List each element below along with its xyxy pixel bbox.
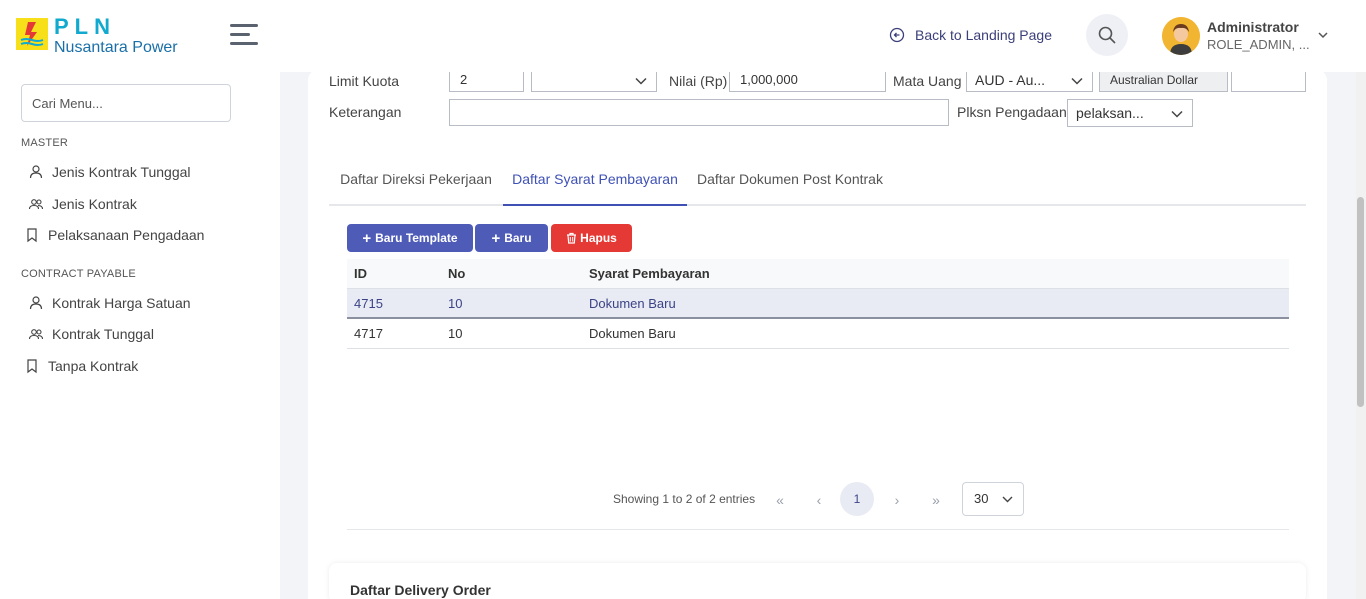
sidebar-item-kontrak-tunggal[interactable]: Kontrak Tunggal <box>28 326 154 342</box>
cell-syarat: Dokumen Baru <box>589 326 676 341</box>
column-header-id[interactable]: ID <box>347 266 441 281</box>
user-info[interactable]: Administrator ROLE_ADMIN, ... <box>1207 19 1310 53</box>
brand-subtitle: Nusantara Power <box>54 39 178 56</box>
tab-daftar-syarat-pembayaran[interactable]: Daftar Syarat Pembayaran <box>503 160 687 206</box>
sidebar-item-jenis-kontrak[interactable]: Jenis Kontrak <box>28 196 137 212</box>
mata-uang-value: AUD - Au... <box>975 72 1046 88</box>
page-current[interactable]: 1 <box>840 482 874 516</box>
avatar[interactable] <box>1162 17 1200 55</box>
table-row[interactable]: 4717 10 Dokumen Baru <box>347 319 1289 349</box>
sidebar-item-kontrak-harga-satuan[interactable]: Kontrak Harga Satuan <box>28 295 191 311</box>
sidebar-item-label: Jenis Kontrak <box>52 196 137 212</box>
brand-logo[interactable]: PLN Nusantara Power <box>16 16 178 56</box>
tab-daftar-direksi-pekerjaan[interactable]: Daftar Direksi Pekerjaan <box>329 160 503 206</box>
hapus-button[interactable]: Hapus <box>551 224 632 252</box>
plksn-pengadaan-select[interactable]: pelaksan... <box>1067 99 1193 127</box>
chevron-down-icon <box>1171 110 1183 118</box>
plksn-pengadaan-label: Plksn Pengadaan <box>957 104 1067 120</box>
users-icon <box>28 329 44 340</box>
page-scrollbar[interactable] <box>1356 72 1366 599</box>
prev-page-icon[interactable]: ‹ <box>811 492 827 508</box>
bookmark-icon <box>27 359 37 374</box>
plksn-pengadaan-value: pelaksan... <box>1076 105 1144 121</box>
delivery-order-title: Daftar Delivery Order <box>350 582 491 598</box>
user-name: Administrator <box>1207 19 1299 35</box>
user-role: ROLE_ADMIN, ... <box>1207 36 1310 52</box>
column-header-no[interactable]: No <box>441 266 582 281</box>
tab-daftar-dokumen-post-kontrak[interactable]: Daftar Dokumen Post Kontrak <box>687 160 893 206</box>
baru-template-label: Baru Template <box>375 231 458 245</box>
cell-no: 10 <box>448 295 463 311</box>
brand-name: PLN <box>54 14 116 39</box>
divider <box>347 529 1289 530</box>
cell-no: 10 <box>448 326 463 341</box>
menu-toggle-icon[interactable] <box>230 24 260 46</box>
limit-kuota-label: Limit Kuota <box>329 73 400 89</box>
mata-uang-label: Mata Uang <box>893 73 962 89</box>
sidebar-item-label: Tanpa Kontrak <box>48 358 139 374</box>
nilai-label: Nilai (Rp) <box>669 73 728 89</box>
user-icon <box>29 296 43 310</box>
delivery-order-card: Daftar Delivery Order <box>329 563 1306 599</box>
table-row[interactable]: 4715 10 Dokumen Baru <box>347 289 1289 319</box>
syarat-pembayaran-table: ID No Syarat Pembayaran 4715 10 Dokumen … <box>347 259 1289 349</box>
sidebar-item-pelaksanaan-pengadaan[interactable]: Pelaksanaan Pengadaan <box>24 227 204 243</box>
keterangan-label: Keterangan <box>329 104 402 120</box>
page-size-select[interactable]: 30 <box>962 482 1024 516</box>
trash-icon <box>567 232 577 244</box>
plus-icon: + <box>362 229 372 247</box>
user-icon <box>29 165 43 179</box>
search-icon <box>1098 26 1116 44</box>
bookmark-icon <box>27 228 37 243</box>
chevron-down-icon <box>635 77 647 85</box>
cell-syarat: Dokumen Baru <box>589 295 676 311</box>
page-size-value: 30 <box>974 491 989 506</box>
baru-template-button[interactable]: + Baru Template <box>347 224 473 252</box>
column-header-syarat[interactable]: Syarat Pembayaran <box>582 266 1289 281</box>
back-link-label: Back to Landing Page <box>915 27 1052 43</box>
table-header: ID No Syarat Pembayaran <box>347 259 1289 289</box>
top-header: PLN Nusantara Power Back to Landing Page… <box>0 0 1366 72</box>
keterangan-input[interactable] <box>449 99 949 126</box>
arrow-left-circle-icon <box>889 27 905 43</box>
baru-button[interactable]: + Baru <box>475 224 548 252</box>
chevron-down-icon <box>1071 77 1083 85</box>
chevron-down-icon[interactable] <box>1316 28 1330 42</box>
sidebar-item-label: Pelaksanaan Pengadaan <box>48 227 205 243</box>
pln-logo-icon <box>16 18 48 50</box>
sidebar-item-jenis-kontrak-tunggal[interactable]: Jenis Kontrak Tunggal <box>28 164 191 180</box>
global-search-button[interactable] <box>1086 14 1128 56</box>
sidebar-item-label: Jenis Kontrak Tunggal <box>52 164 191 180</box>
first-page-icon[interactable]: « <box>772 492 788 508</box>
last-page-icon[interactable]: » <box>928 492 944 508</box>
sidebar: MASTER Jenis Kontrak Tunggal Jenis Kontr… <box>0 72 280 599</box>
hapus-label: Hapus <box>580 231 617 245</box>
pagination-info: Showing 1 to 2 of 2 entries <box>613 492 756 506</box>
cell-id: 4715 <box>354 295 383 311</box>
sidebar-item-label: Kontrak Tunggal <box>52 326 154 342</box>
sidebar-search-input[interactable] <box>21 84 231 122</box>
sidebar-section-contract-payable: CONTRACT PAYABLE <box>21 268 136 280</box>
chevron-down-icon <box>1002 496 1013 503</box>
plus-icon: + <box>491 229 501 247</box>
users-icon <box>28 199 44 210</box>
tab-bar: Daftar Direksi Pekerjaan Daftar Syarat P… <box>329 160 1306 206</box>
sidebar-item-tanpa-kontrak[interactable]: Tanpa Kontrak <box>24 358 138 374</box>
scrollbar-thumb[interactable] <box>1357 197 1364 407</box>
baru-label: Baru <box>504 231 532 245</box>
cell-id: 4717 <box>354 326 383 341</box>
sidebar-item-label: Kontrak Harga Satuan <box>52 295 191 311</box>
back-to-landing-link[interactable]: Back to Landing Page <box>889 27 1052 43</box>
sidebar-section-master: MASTER <box>21 137 69 149</box>
next-page-icon[interactable]: › <box>889 492 905 508</box>
